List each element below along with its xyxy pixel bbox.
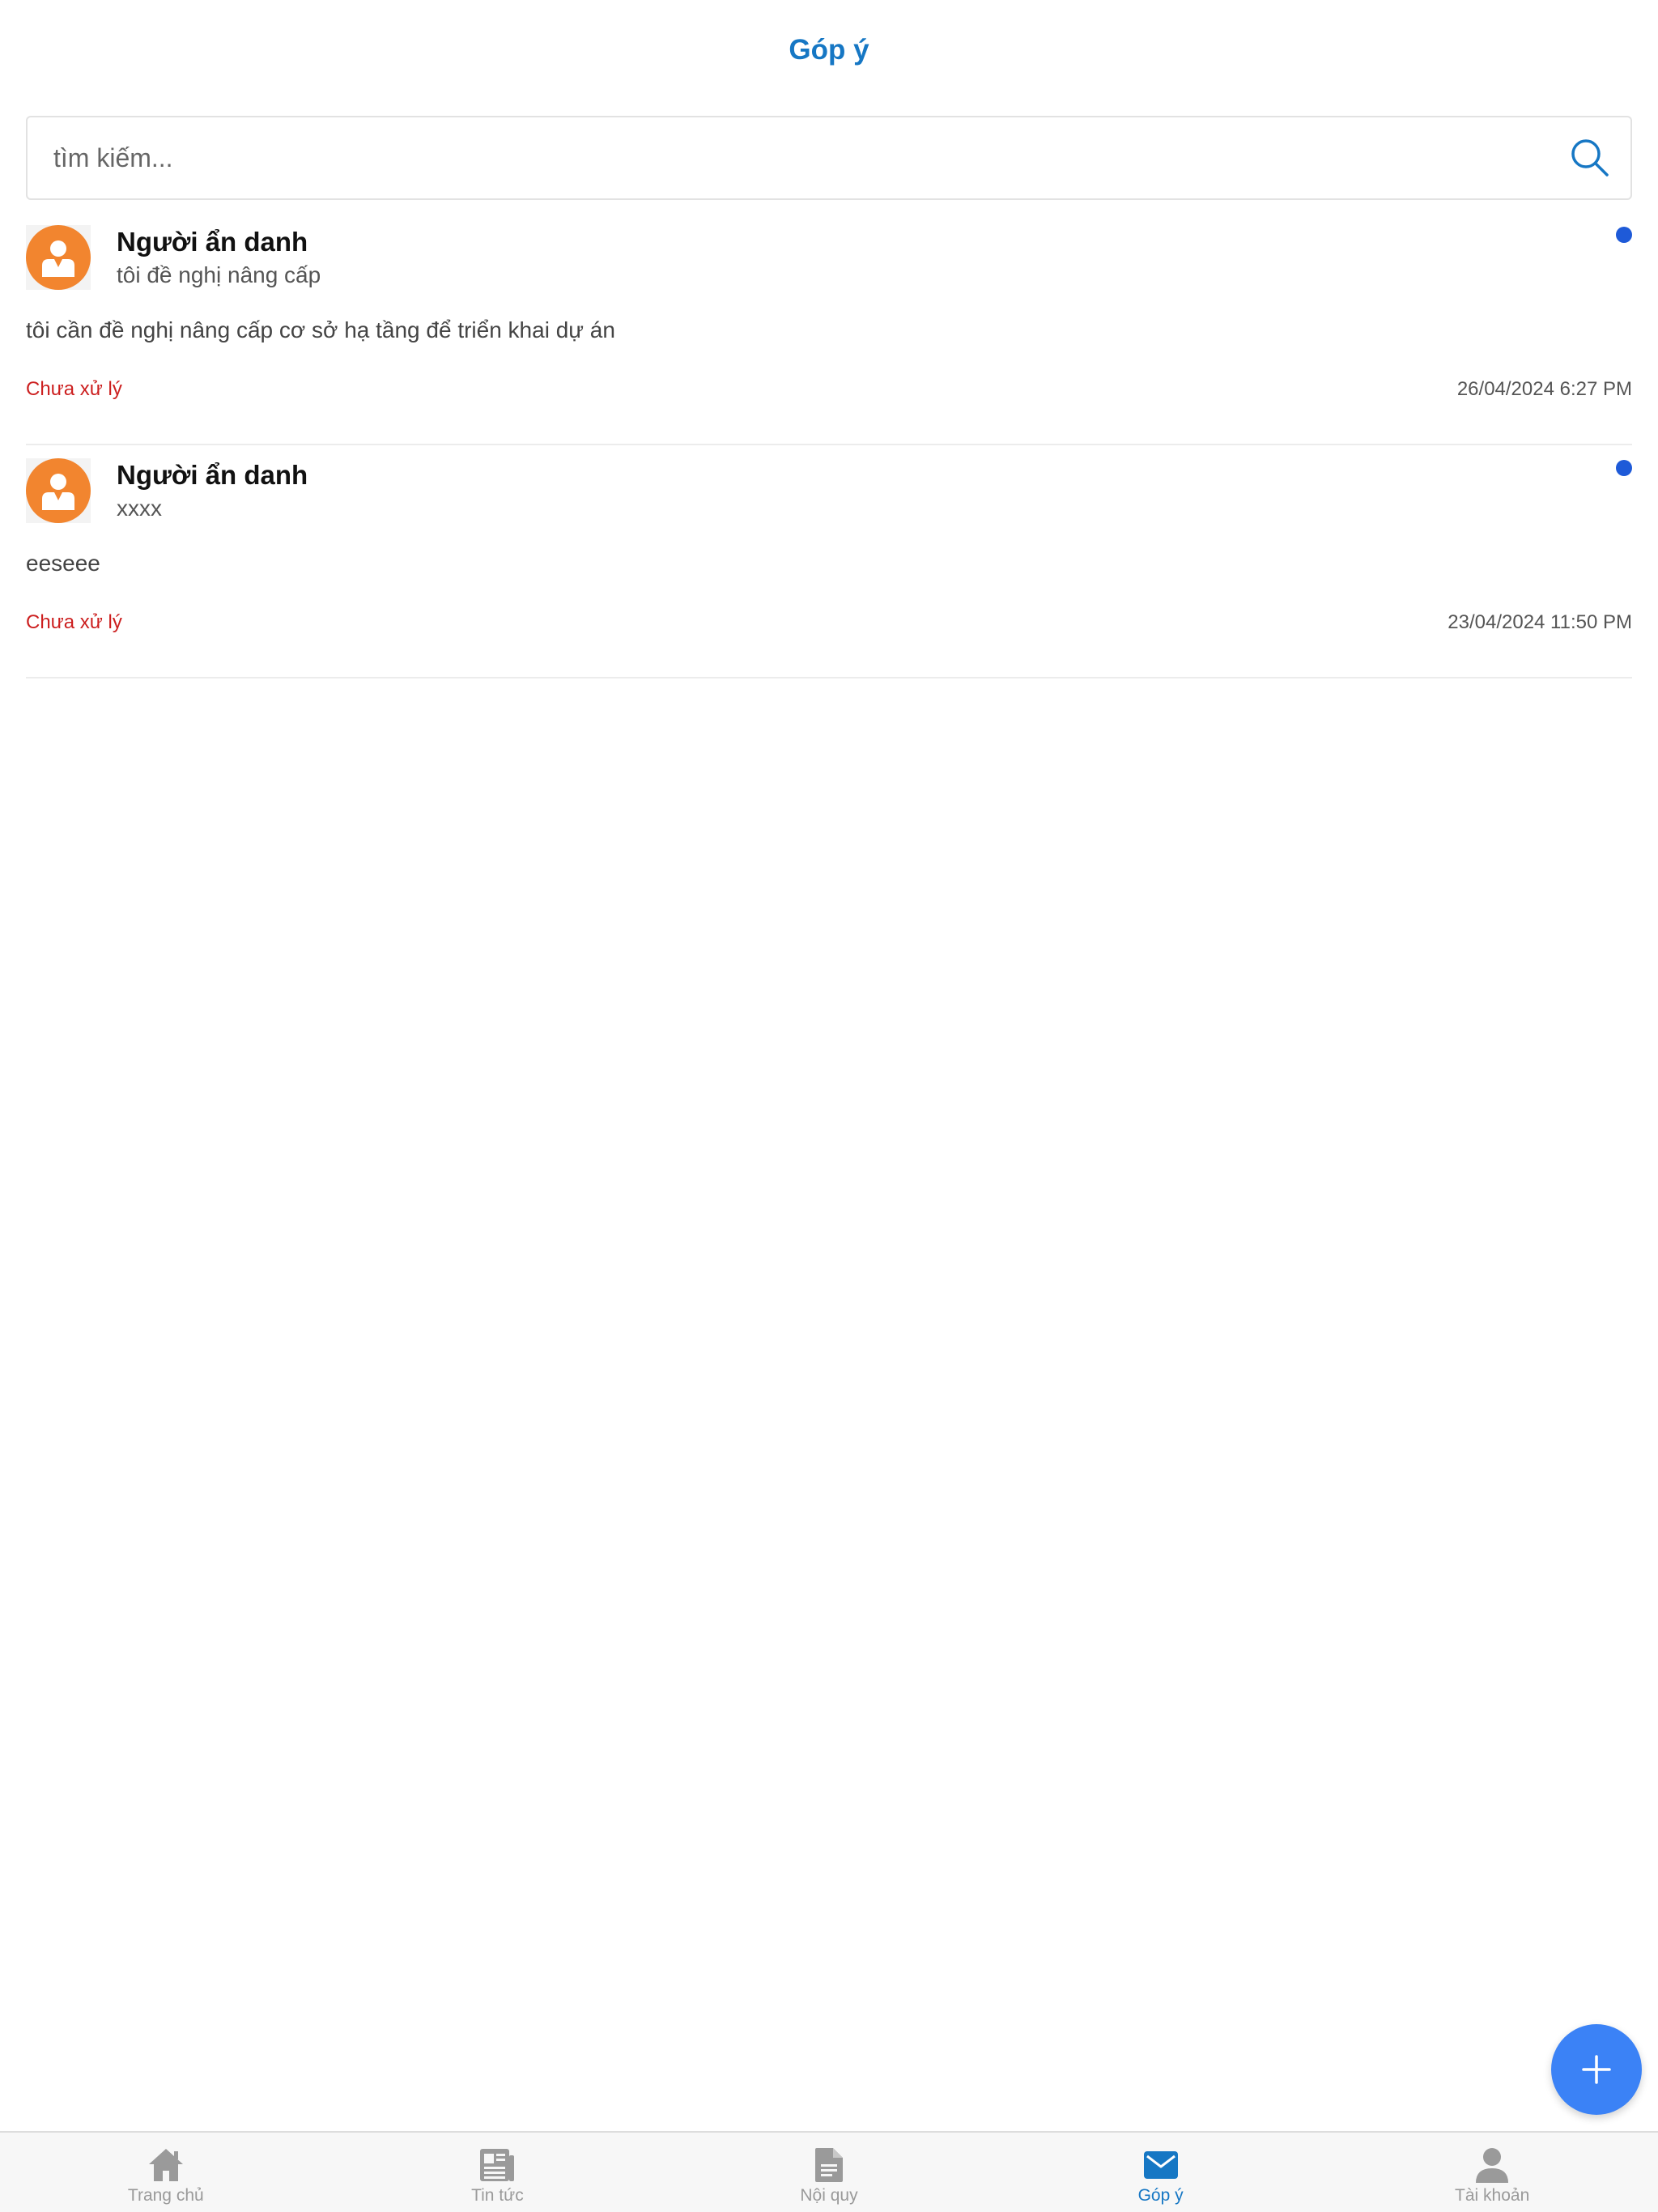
feedback-author: Người ẩn danh [117,460,308,490]
avatar [26,458,91,523]
tab-label: Tin tức [471,2186,524,2205]
header: Góp ý [0,0,1658,100]
bottom-tab-bar: Trang chủ Tin tức Nội quy Góp ý Tài khoả… [0,2131,1658,2212]
status-badge: Chưa xử lý [26,611,122,633]
feedback-date: 26/04/2024 6:27 PM [1456,378,1632,400]
search-input[interactable] [28,117,1567,198]
add-feedback-button[interactable] [1551,2024,1642,2115]
home-icon [147,2146,185,2184]
status-badge: Chưa xử lý [26,378,122,400]
search-icon[interactable] [1567,135,1613,181]
list-item[interactable]: Người ẩn danh tôi đề nghị nâng cấp tôi c… [26,212,1632,445]
tab-account[interactable]: Tài khoản [1326,2133,1658,2212]
feedback-list: Người ẩn danh tôi đề nghị nâng cấp tôi c… [26,212,1632,678]
feedback-subject: xxxx [117,496,162,521]
feedback-subject: tôi đề nghị nâng cấp [117,262,321,287]
plus-icon [1582,2055,1611,2084]
feedback-author: Người ẩn danh [117,227,308,257]
feedback-date: 23/04/2024 11:50 PM [1448,611,1632,633]
feedback-content: tôi cần đề nghị nâng cấp cơ sở hạ tầng đ… [26,317,615,342]
feedback-content: eeseee [26,551,100,576]
avatar [26,225,91,290]
mail-icon [1141,2146,1180,2184]
feedback-screen: Góp ý Người ẩn danh tôi đề nghị nâng [0,0,1658,2212]
tab-news[interactable]: Tin tức [332,2133,664,2212]
list-item[interactable]: Người ẩn danh xxxx eeseee Chưa xử lý 23/… [26,445,1632,678]
tab-rules[interactable]: Nội quy [663,2133,995,2212]
page-title: Góp ý [789,34,869,66]
account-icon [1473,2146,1511,2184]
search-bar[interactable] [26,116,1632,200]
document-icon [810,2146,848,2184]
tab-label: Tài khoản [1455,2186,1530,2205]
tab-label: Nội quy [800,2186,858,2205]
tab-label: Trang chủ [127,2186,204,2205]
newspaper-icon [478,2146,517,2184]
unread-indicator [1616,227,1632,243]
tab-label: Góp ý [1137,2186,1184,2205]
tab-home[interactable]: Trang chủ [0,2133,332,2212]
tab-feedback[interactable]: Góp ý [995,2133,1327,2212]
unread-indicator [1616,460,1632,476]
user-avatar-icon [26,458,91,523]
user-avatar-icon [26,225,91,290]
